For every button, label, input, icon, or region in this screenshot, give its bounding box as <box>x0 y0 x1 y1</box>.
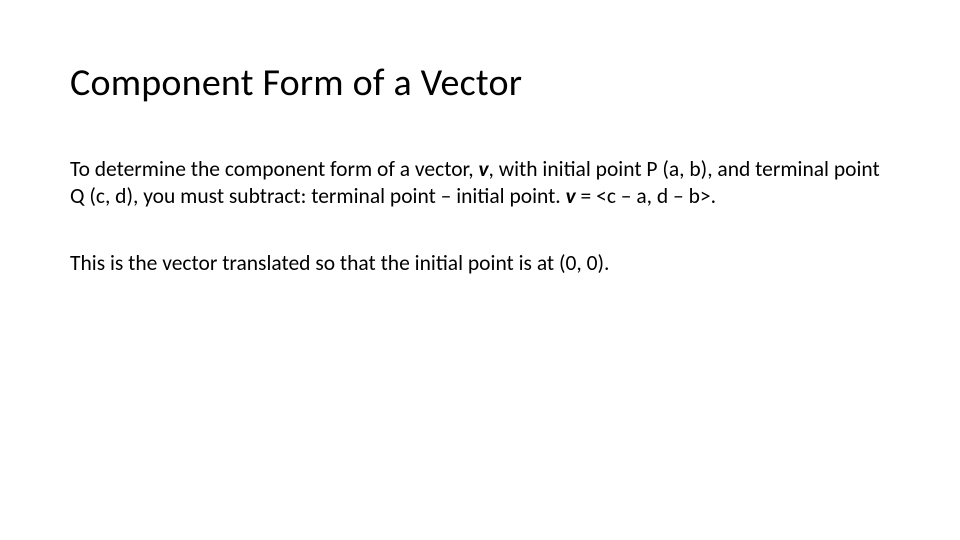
vector-symbol-1: v <box>478 156 488 182</box>
vector-symbol-2: v <box>566 183 576 209</box>
paragraph-2: This is the vector translated so that th… <box>70 250 890 277</box>
page-title: Component Form of a Vector <box>70 60 890 106</box>
p1-text-a: To determine the component form of a vec… <box>70 156 478 182</box>
paragraph-1: To determine the component form of a vec… <box>70 156 890 210</box>
p1-text-c: = <c – a, d – b>. <box>576 183 716 209</box>
